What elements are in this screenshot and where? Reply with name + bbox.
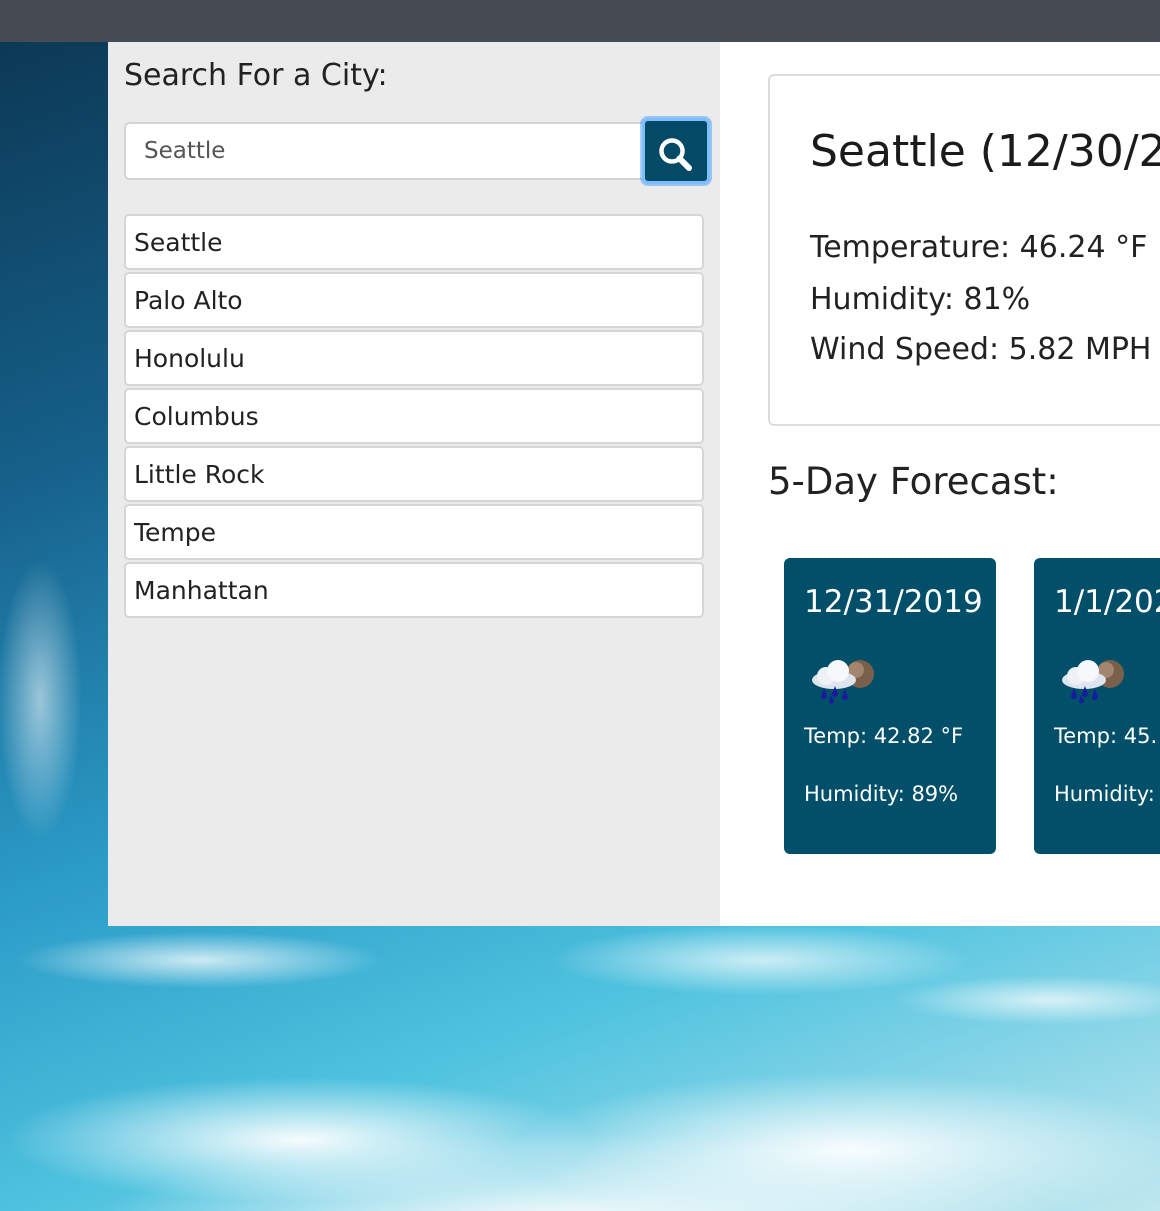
forecast-humidity: Humidity: 89% — [804, 782, 959, 806]
forecast-card: 1/1/202 Temp: 45. Humidity: — [1034, 558, 1160, 854]
top-bar — [0, 0, 1160, 42]
rain-cloud-icon — [1062, 660, 1124, 704]
search-button[interactable] — [642, 118, 710, 184]
city-search-input[interactable] — [124, 122, 644, 180]
forecast-date: 1/1/202 — [1054, 584, 1160, 620]
current-humidity: Humidity: 81% — [810, 282, 1031, 317]
city-item[interactable]: Seattle — [124, 214, 704, 270]
forecast-card: 12/31/2019 Temp: 42.82 °F Humidity: 89% — [784, 558, 996, 854]
city-item[interactable]: Little Rock — [124, 446, 704, 502]
current-wind-speed: Wind Speed: 5.82 MPH — [810, 332, 1152, 367]
city-item[interactable]: Columbus — [124, 388, 704, 444]
city-item[interactable]: Palo Alto — [124, 272, 704, 328]
forecast-temp: Temp: 42.82 °F — [804, 724, 964, 748]
city-item[interactable]: Tempe — [124, 504, 704, 560]
city-history-list: Seattle Palo Alto Honolulu Columbus Litt… — [124, 214, 704, 620]
forecast-heading: 5-Day Forecast: — [768, 460, 1059, 503]
current-temperature: Temperature: 46.24 °F — [810, 230, 1148, 265]
forecast-temp: Temp: 45. — [1054, 724, 1158, 748]
city-item[interactable]: Honolulu — [124, 330, 704, 386]
search-heading: Search For a City: — [124, 58, 388, 93]
city-item[interactable]: Manhattan — [124, 562, 704, 618]
search-icon — [659, 138, 692, 171]
forecast-humidity: Humidity: — [1054, 782, 1155, 806]
sidebar: Search For a City: Seattle Palo Alto Hon… — [108, 42, 720, 926]
rain-cloud-icon — [812, 660, 874, 704]
current-weather-card: Seattle (12/30/20 Temperature: 46.24 °F … — [768, 74, 1160, 426]
weather-main: Seattle (12/30/20 Temperature: 46.24 °F … — [720, 42, 1160, 926]
current-city-title: Seattle (12/30/20 — [810, 126, 1160, 177]
forecast-date: 12/31/2019 — [804, 584, 983, 620]
